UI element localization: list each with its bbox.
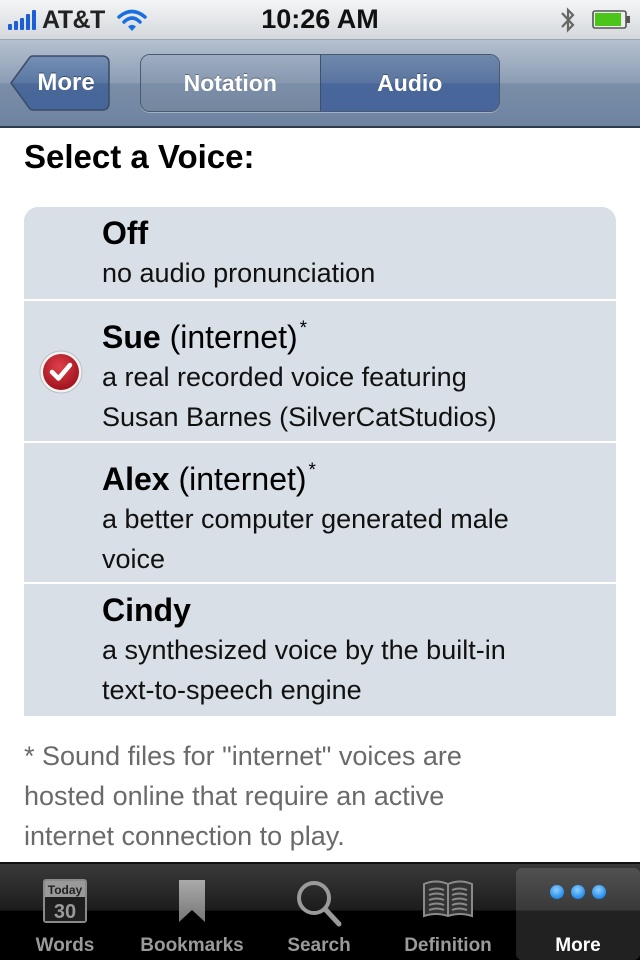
- navigation-bar: More Notation Audio: [0, 40, 640, 128]
- voice-qualifier: (internet): [178, 461, 307, 497]
- tab-label: Definition: [404, 935, 492, 956]
- voice-option-off[interactable]: Off no audio pronunciation: [24, 207, 616, 299]
- segment-notation[interactable]: Notation: [141, 55, 321, 111]
- back-button-label: More: [37, 69, 95, 96]
- voice-description: voice: [102, 544, 166, 574]
- voice-description: a better computer generated male: [102, 504, 509, 534]
- search-icon: [297, 881, 342, 927]
- svg-text:30: 30: [54, 901, 76, 923]
- voice-qualifier: (internet): [169, 319, 298, 355]
- status-time: 10:26 AM: [261, 4, 379, 34]
- back-button[interactable]: More: [10, 55, 110, 111]
- voice-option-alex[interactable]: Alex (internet) * a better computer gener…: [24, 441, 616, 582]
- battery-icon: [592, 10, 630, 29]
- voice-name: Cindy: [102, 592, 191, 628]
- segment-audio[interactable]: Audio: [320, 55, 499, 111]
- bookmark-icon: [179, 880, 205, 922]
- calendar-today-icon: Today 30: [43, 879, 87, 923]
- notation-audio-segmented-control: Notation Audio: [140, 54, 500, 112]
- voice-name: Off: [102, 215, 149, 251]
- voice-description: a real recorded voice featuring: [102, 362, 467, 392]
- voice-description: Susan Barnes (SilverCatStudios): [102, 402, 497, 432]
- open-book-icon: [423, 880, 473, 918]
- bluetooth-icon: [561, 7, 575, 33]
- status-bar: AT&T 10:26 AM: [0, 0, 640, 40]
- page-heading: Select a Voice:: [24, 138, 255, 175]
- tab-bar: Today 30 Words Bookmarks Search Definiti…: [0, 862, 640, 960]
- voice-option-cindy[interactable]: Cindy a synthesized voice by the built-i…: [24, 582, 616, 716]
- tab-label: Bookmarks: [140, 935, 244, 956]
- more-dots-icon: [550, 885, 606, 899]
- tab-definition[interactable]: Definition: [386, 868, 510, 960]
- footnote-marker: *: [308, 460, 316, 481]
- voice-name: Sue: [102, 319, 161, 355]
- voice-description: a synthesized voice by the built-in: [102, 635, 506, 665]
- voice-option-sue[interactable]: Sue (internet) * a real recorded voice fe…: [24, 299, 616, 441]
- voice-list: Off no audio pronunciation Sue (internet…: [24, 207, 616, 716]
- checkmark-selected-icon: [39, 350, 83, 394]
- tab-label: Words: [35, 935, 95, 956]
- footnote-line: internet connection to play.: [24, 821, 345, 851]
- tab-label: Search: [287, 935, 351, 956]
- tab-bookmarks[interactable]: Bookmarks: [130, 868, 254, 960]
- voice-name: Alex: [102, 461, 170, 497]
- voice-description: no audio pronunciation: [102, 258, 376, 288]
- footnote-line: hosted online that require an active: [24, 781, 445, 811]
- tab-words[interactable]: Today 30 Words: [3, 868, 127, 960]
- tab-label: More: [555, 935, 601, 956]
- tab-more[interactable]: More: [516, 868, 640, 960]
- internet-voices-footnote: * Sound files for "internet" voices are …: [24, 736, 624, 856]
- svg-text:Today: Today: [48, 883, 83, 897]
- voice-description: text-to-speech engine: [102, 675, 362, 705]
- tab-search[interactable]: Search: [257, 868, 381, 960]
- footnote-marker: *: [299, 318, 308, 339]
- footnote-line: * Sound files for "internet" voices are: [24, 741, 462, 771]
